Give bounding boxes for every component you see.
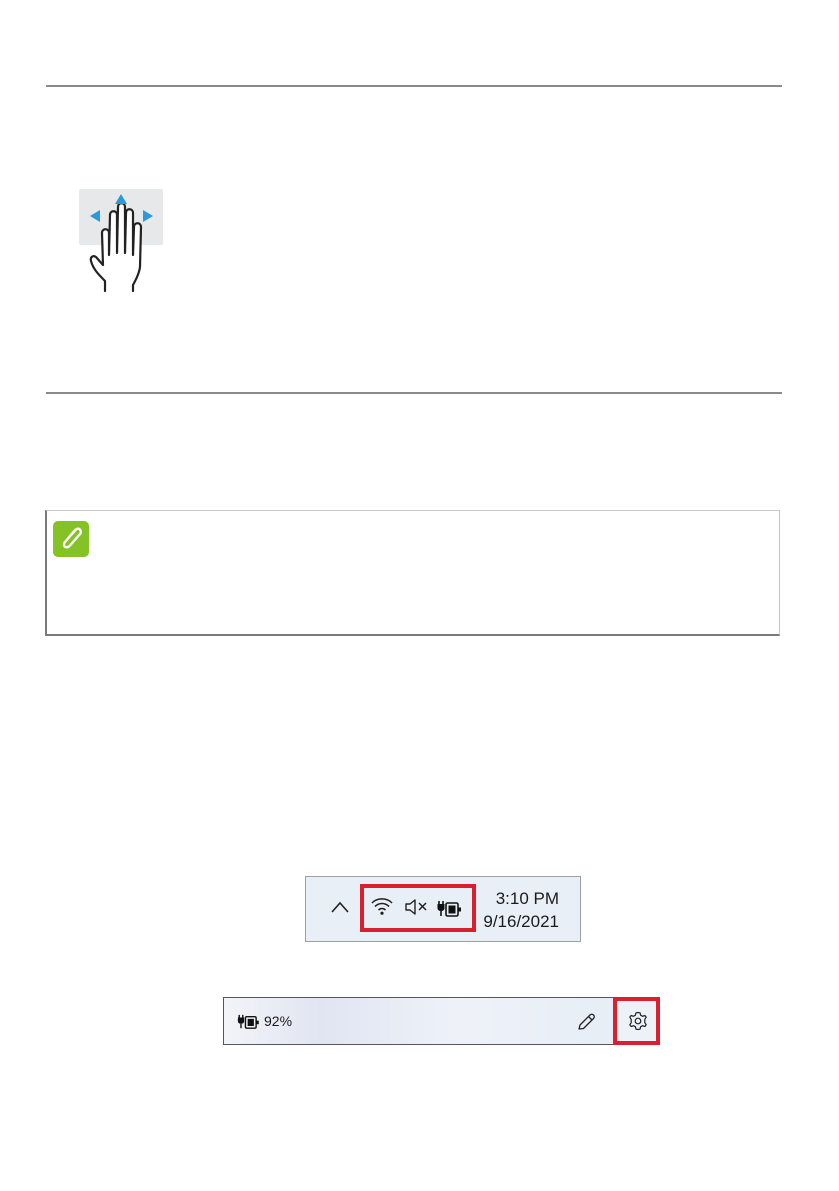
clock-date[interactable]: 9/16/2021 bbox=[483, 912, 559, 932]
taskbar-tray: 3:10 PM 9/16/2021 bbox=[305, 876, 581, 942]
paperclip-icon bbox=[53, 521, 89, 557]
note-box bbox=[45, 510, 780, 636]
three-finger-swipe-icon bbox=[79, 189, 163, 297]
battery-percentage: 92% bbox=[264, 1013, 293, 1029]
section-divider bbox=[46, 85, 782, 87]
section-divider bbox=[46, 392, 782, 394]
speaker-muted-icon[interactable] bbox=[404, 899, 430, 915]
gear-icon[interactable] bbox=[628, 1011, 648, 1031]
battery-charging-icon bbox=[237, 1014, 259, 1029]
wifi-icon[interactable] bbox=[370, 896, 394, 916]
chevron-up-icon[interactable] bbox=[330, 900, 350, 914]
clock-time[interactable]: 3:10 PM bbox=[496, 889, 559, 909]
quick-settings-bar: 92% bbox=[223, 997, 660, 1045]
pencil-icon[interactable] bbox=[576, 1012, 596, 1032]
settings-highlight bbox=[613, 997, 660, 1045]
battery-charging-icon[interactable] bbox=[437, 900, 463, 918]
